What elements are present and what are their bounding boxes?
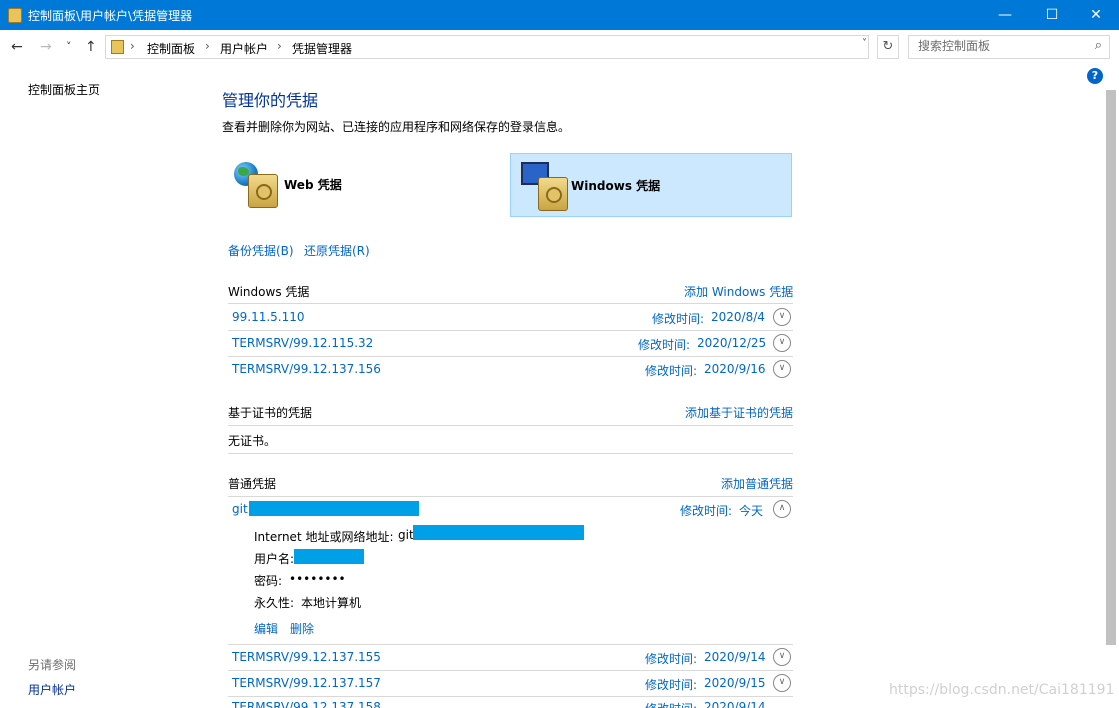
scrollbar[interactable] bbox=[1106, 90, 1116, 645]
page-title: 管理你的凭据 bbox=[222, 91, 319, 110]
address-label: Internet 地址或网络地址: bbox=[254, 530, 394, 544]
address-bar[interactable]: › 控制面板 › 用户帐户 › 凭据管理器 bbox=[105, 35, 869, 59]
breadcrumb-separator[interactable]: › bbox=[130, 39, 135, 53]
persistence-label: 永久性: bbox=[254, 596, 295, 610]
modified-date: 今天 bbox=[739, 504, 764, 518]
edit-link[interactable]: 编辑 bbox=[254, 620, 278, 637]
credential-name[interactable]: TERMSRV/99.12.137.156 bbox=[232, 362, 381, 376]
credential-name[interactable]: git bbox=[232, 502, 248, 516]
minimize-button[interactable]: — bbox=[982, 0, 1028, 30]
modified-date: 2020/9/14 bbox=[704, 650, 766, 664]
modified-label: 修改时间: bbox=[680, 504, 733, 518]
divider bbox=[228, 303, 793, 304]
expand-chevron-icon[interactable]: ∨ bbox=[773, 360, 791, 378]
username-label: 用户名: bbox=[254, 552, 295, 566]
breadcrumb-separator[interactable]: › bbox=[277, 39, 282, 53]
forward-arrow-icon[interactable]: → bbox=[40, 39, 52, 55]
divider bbox=[228, 696, 793, 697]
maximize-button[interactable]: ☐ bbox=[1029, 0, 1075, 30]
divider bbox=[228, 425, 793, 426]
navigation-bar: ← → ˅ ↑ › 控制面板 › 用户帐户 › 凭据管理器 ˅ ↻ ⌕ bbox=[0, 30, 1119, 64]
vault-icon bbox=[248, 174, 278, 208]
redaction-block bbox=[249, 501, 419, 516]
persistence-value: 本地计算机 bbox=[301, 596, 362, 610]
add-certificate-credential-link[interactable]: 添加基于证书的凭据 bbox=[685, 404, 793, 421]
divider bbox=[228, 453, 793, 454]
divider bbox=[228, 330, 793, 331]
credential-manager-icon bbox=[8, 8, 22, 23]
expand-chevron-icon[interactable]: ∨ bbox=[773, 674, 791, 692]
search-box[interactable]: ⌕ bbox=[908, 35, 1110, 59]
search-input[interactable] bbox=[909, 36, 1088, 56]
redaction-block bbox=[413, 525, 584, 540]
sidebar-user-accounts[interactable]: 用户帐户 bbox=[28, 681, 76, 698]
modified-label: 修改时间: bbox=[645, 364, 698, 378]
page-description: 查看并删除你为网站、已连接的应用程序和网络保存的登录信息。 bbox=[222, 120, 571, 134]
web-credentials-tile[interactable]: Web 凭据 bbox=[228, 153, 508, 215]
divider bbox=[228, 670, 793, 671]
windows-credentials-label: Windows 凭据 bbox=[571, 179, 661, 193]
sidebar-control-panel-home[interactable]: 控制面板主页 bbox=[28, 81, 100, 98]
password-label: 密码: bbox=[254, 574, 283, 588]
search-icon[interactable]: ⌕ bbox=[1095, 38, 1102, 53]
modified-label: 修改时间: bbox=[652, 312, 705, 326]
credential-name[interactable]: TERMSRV/99.12.137.158 bbox=[232, 700, 381, 708]
backup-credentials-link[interactable]: 备份凭据(B) bbox=[228, 242, 294, 259]
restore-credentials-link[interactable]: 还原凭据(R) bbox=[304, 242, 370, 259]
modified-date: 2020/9/14 bbox=[704, 700, 766, 708]
title-bar: 控制面板\用户帐户\凭据管理器 — ☐ ✕ bbox=[0, 0, 1119, 30]
up-arrow-icon[interactable]: ↑ bbox=[85, 39, 97, 55]
credential-name[interactable]: 99.11.5.110 bbox=[232, 310, 305, 324]
certificate-credentials-heading: 基于证书的凭据 bbox=[228, 406, 313, 420]
generic-credentials-heading: 普通凭据 bbox=[228, 477, 277, 491]
modified-label: 修改时间: bbox=[645, 678, 698, 692]
vault-icon bbox=[538, 177, 568, 211]
modified-date: 2020/9/15 bbox=[704, 676, 766, 690]
credential-name[interactable]: TERMSRV/99.12.137.157 bbox=[232, 676, 381, 690]
breadcrumb-user-accounts[interactable]: 用户帐户 bbox=[220, 40, 268, 57]
modified-label: 修改时间: bbox=[645, 700, 697, 708]
see-also-label: 另请参阅 bbox=[28, 658, 77, 672]
modified-date: 2020/8/4 bbox=[711, 310, 765, 324]
help-icon[interactable]: ? bbox=[1087, 68, 1103, 84]
divider bbox=[228, 496, 793, 497]
address-dropdown-icon[interactable]: ˅ bbox=[862, 38, 867, 49]
back-arrow-icon[interactable]: ← bbox=[11, 39, 23, 55]
expand-chevron-icon[interactable]: ∨ bbox=[773, 334, 791, 352]
collapse-chevron-icon[interactable]: ∧ bbox=[773, 500, 791, 518]
modified-label: 修改时间: bbox=[638, 338, 691, 352]
address-value: git bbox=[398, 528, 414, 542]
watermark: https://blog.csdn.net/Cai181191 bbox=[889, 682, 1115, 698]
web-credentials-label: Web 凭据 bbox=[284, 178, 342, 192]
divider bbox=[228, 644, 793, 645]
breadcrumb-control-panel[interactable]: 控制面板 bbox=[147, 40, 195, 57]
modified-date: 2020/12/25 bbox=[697, 336, 767, 350]
redaction-block bbox=[294, 549, 364, 564]
expand-chevron-icon[interactable]: ∨ bbox=[773, 648, 791, 666]
breadcrumb-separator[interactable]: › bbox=[205, 39, 210, 53]
credential-name[interactable]: TERMSRV/99.12.137.155 bbox=[232, 650, 381, 664]
add-generic-credential-link[interactable]: 添加普通凭据 bbox=[721, 475, 793, 492]
modified-date: 2020/9/16 bbox=[704, 362, 766, 376]
breadcrumb-credential-manager[interactable]: 凭据管理器 bbox=[292, 40, 352, 57]
credential-name[interactable]: TERMSRV/99.12.115.32 bbox=[232, 336, 373, 350]
divider bbox=[228, 356, 793, 357]
modified-label: 修改时间: bbox=[645, 652, 698, 666]
windows-credentials-heading: Windows 凭据 bbox=[228, 285, 310, 299]
close-button[interactable]: ✕ bbox=[1073, 0, 1119, 30]
add-windows-credential-link[interactable]: 添加 Windows 凭据 bbox=[684, 283, 793, 300]
window-title: 控制面板\用户帐户\凭据管理器 bbox=[28, 9, 193, 23]
password-value: •••••••• bbox=[289, 572, 346, 586]
refresh-icon[interactable]: ↻ bbox=[877, 35, 899, 59]
expand-chevron-icon[interactable]: ∨ bbox=[773, 308, 791, 326]
no-certificates-text: 无证书。 bbox=[228, 434, 277, 448]
recent-locations-chevron-icon[interactable]: ˅ bbox=[66, 40, 72, 53]
windows-credentials-tile[interactable]: Windows 凭据 bbox=[510, 153, 792, 217]
delete-link[interactable]: 删除 bbox=[290, 620, 314, 637]
control-panel-folder-icon bbox=[111, 40, 124, 54]
